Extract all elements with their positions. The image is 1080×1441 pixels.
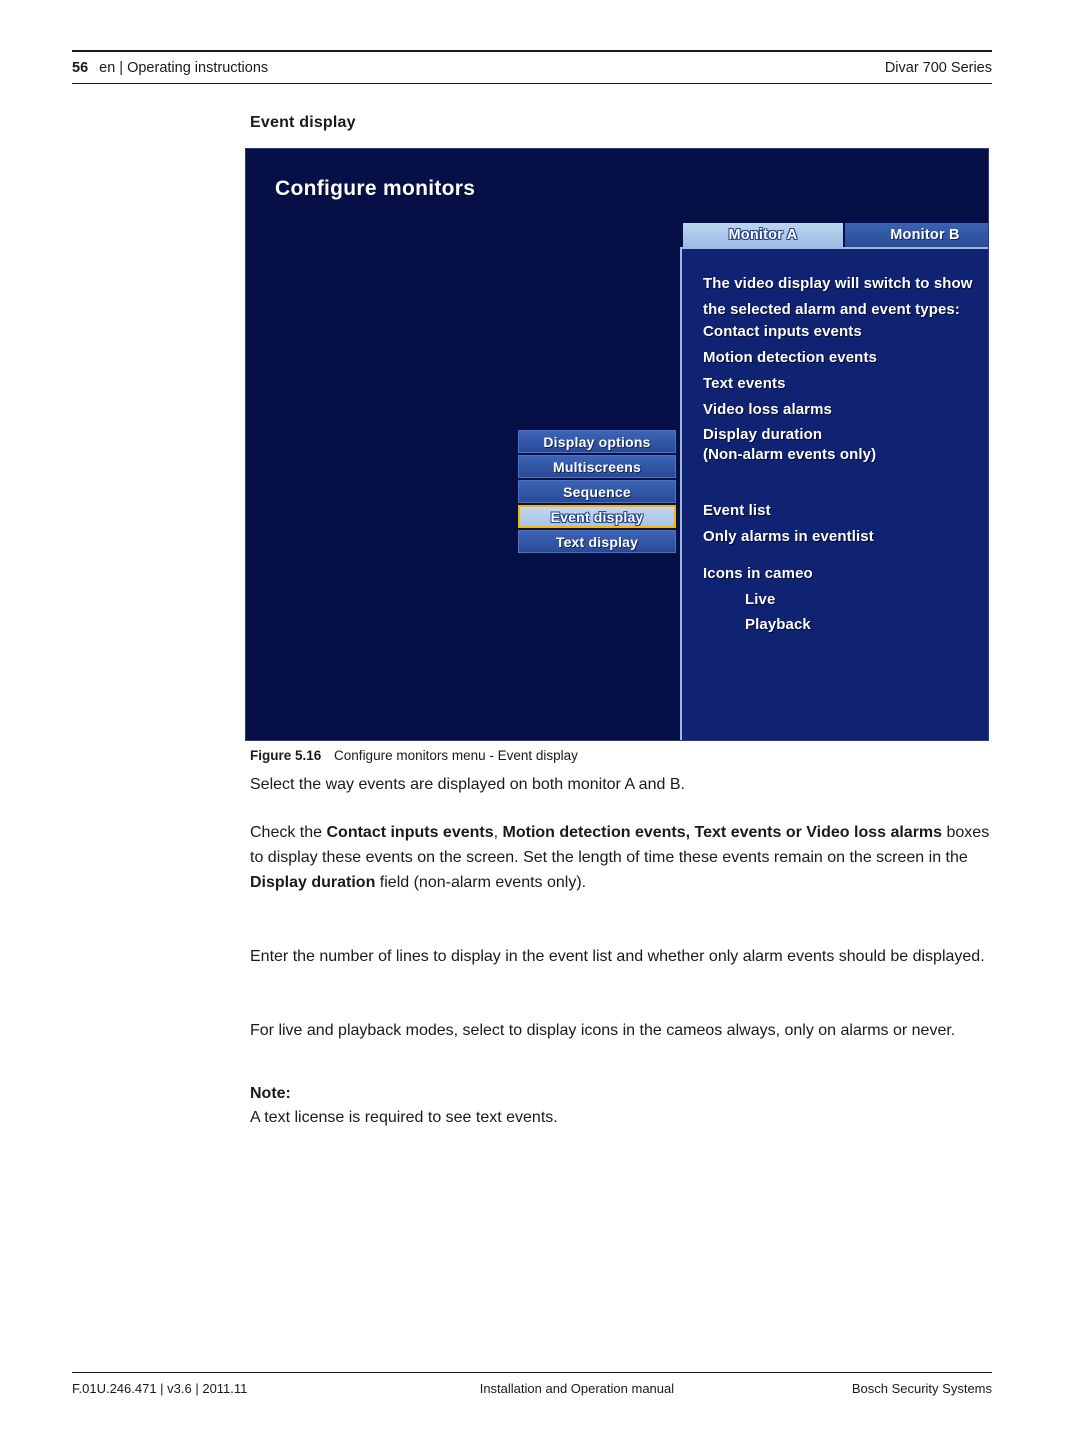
configure-monitors-screenshot: Configure monitors Monitor A Monitor B D… (245, 148, 989, 741)
motion-detection-events-label: Motion detection events (703, 349, 877, 366)
p2-bold-motion-text-video: Motion detection events, Text events or … (502, 824, 943, 841)
sidebar-item-label: Sequence (563, 483, 631, 500)
p2-bold-contact-inputs: Contact inputs events (326, 824, 494, 841)
row-icons-in-cameo-live: Live Always (703, 590, 988, 610)
monitor-tabs: Monitor A Monitor B (683, 223, 988, 247)
sidebar-item-multiscreens[interactable]: Multiscreens (518, 455, 676, 478)
display-duration-label: Display duration (Non-alarm events only) (703, 425, 876, 466)
footer-left-text: F.01U.246.471 | v3.6 | 2011.11 (72, 1381, 248, 1396)
dialog-title: Configure monitors (275, 177, 476, 200)
paragraph-enter-lines: Enter the number of lines to display in … (250, 948, 985, 965)
panel-intro-line-2: the selected alarm and event types: (703, 300, 960, 318)
section-title: Event display (250, 114, 356, 131)
row-event-list: Event list 8 Lines (703, 501, 988, 521)
header-right-text: Divar 700 Series (884, 59, 992, 76)
video-loss-alarms-label: Video loss alarms (703, 401, 832, 418)
event-display-panel: The video display will switch to show th… (680, 247, 988, 740)
paragraph-check-boxes: Check the Contact inputs events, Motion … (250, 820, 990, 895)
sidebar-item-label: Multiscreens (553, 458, 641, 475)
p2-bold-display-duration: Display duration (250, 874, 376, 891)
row-icons-in-cameo-heading: Icons in cameo (703, 564, 988, 584)
event-list-label: Event list (703, 502, 771, 519)
icons-in-cameo-playback-label: Playback (745, 616, 811, 633)
sidebar-item-display-options[interactable]: Display options (518, 430, 676, 453)
sidebar-item-event-display[interactable]: Event display (518, 505, 676, 528)
only-alarms-in-eventlist-label: Only alarms in eventlist (703, 528, 874, 545)
footer-right-text: Bosch Security Systems (851, 1381, 992, 1396)
sidebar-item-label: Text display (555, 533, 639, 550)
sidebar-item-text-display[interactable]: Text display (518, 530, 676, 553)
paragraph-live-playback: For live and playback modes, select to d… (250, 1022, 956, 1039)
display-duration-label-line-1: Display duration (703, 426, 823, 443)
page-header: 56 en | Operating instructions Divar 700… (72, 50, 992, 84)
p2-part-e: Set the length of time these events rema… (523, 849, 968, 866)
sidebar-menu: Display options Multiscreens Sequence Ev… (518, 430, 676, 553)
p2-part-f: field (non-alarm events only). (375, 874, 587, 891)
note-label: Note: (250, 1085, 291, 1102)
sidebar-item-label: Event display (550, 508, 644, 525)
p2-part-c: , (493, 824, 503, 841)
row-only-alarms-in-eventlist: Only alarms in eventlist (703, 527, 988, 547)
tab-monitor-a-label: Monitor A (728, 227, 798, 243)
footer-center-text: Installation and Operation manual (479, 1381, 675, 1396)
text-events-label: Text events (703, 375, 786, 392)
panel-intro-text: The video display will switch to show th… (703, 271, 973, 322)
tab-monitor-b-label: Monitor B (890, 227, 960, 243)
row-contact-inputs-events: Contact inputs events (703, 322, 988, 342)
icons-in-cameo-label: Icons in cameo (703, 565, 813, 582)
figure-caption-label: Figure 5.16 (250, 748, 322, 763)
contact-inputs-events-label: Contact inputs events (703, 323, 862, 340)
paragraph-select-way: Select the way events are displayed on b… (250, 776, 685, 793)
sidebar-item-sequence[interactable]: Sequence (518, 480, 676, 503)
row-text-events: Text events (703, 374, 988, 394)
sidebar-item-label: Display options (543, 433, 651, 450)
page-footer: F.01U.246.471 | v3.6 | 2011.11 Installat… (72, 1372, 992, 1396)
page-number: 56 (72, 59, 89, 76)
row-icons-in-cameo-playback: Playback Always (703, 615, 988, 635)
tab-monitor-b[interactable]: Monitor B (845, 223, 988, 247)
row-motion-detection-events: Motion detection events (703, 348, 988, 368)
figure-caption: Figure 5.16 Configure monitors menu - Ev… (250, 748, 578, 763)
panel-intro-line-1: The video display will switch to show (703, 275, 973, 292)
icons-in-cameo-live-label: Live (745, 591, 776, 608)
row-video-loss-alarms: Video loss alarms (703, 400, 988, 420)
note-text: A text license is required to see text e… (250, 1109, 558, 1126)
header-left-text: en | Operating instructions (99, 59, 269, 76)
row-display-duration: Display duration (Non-alarm events only)… (703, 425, 988, 466)
p2-part-a: Check the (250, 824, 327, 841)
display-duration-label-line-2: (Non-alarm events only) (703, 446, 877, 464)
figure-caption-text: Configure monitors menu - Event display (334, 748, 578, 763)
tab-monitor-a[interactable]: Monitor A (683, 223, 843, 247)
